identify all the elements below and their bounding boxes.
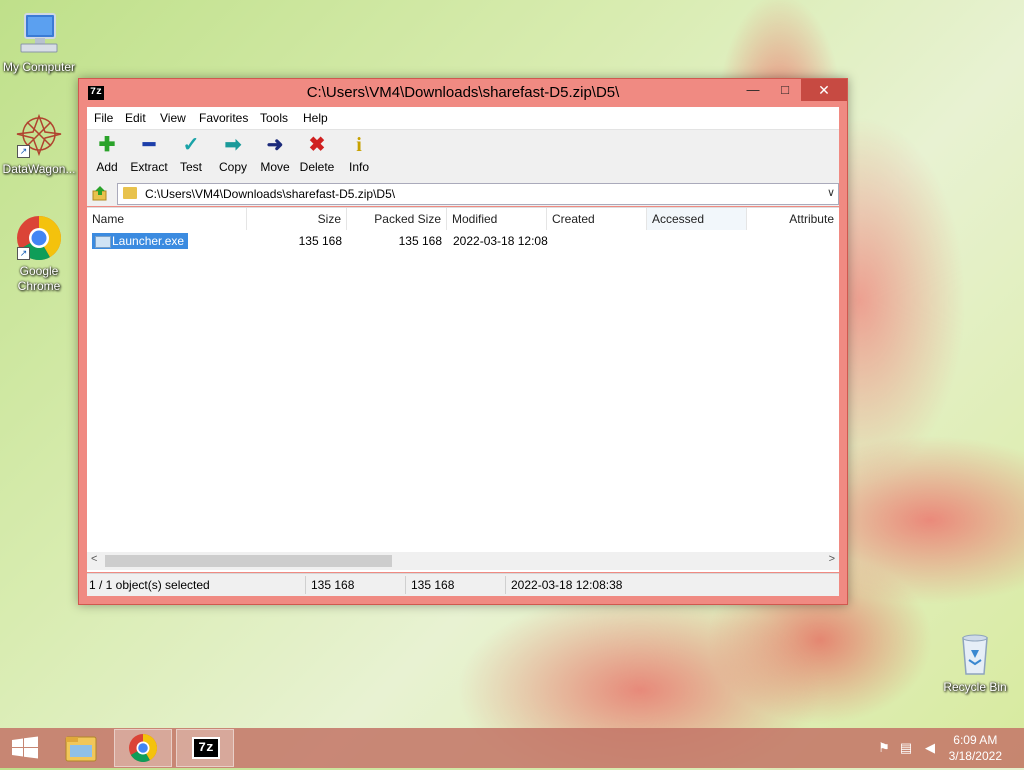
delete-label: Delete xyxy=(299,160,335,174)
7zip-icon: 7z xyxy=(192,737,220,759)
scroll-right-icon[interactable]: > xyxy=(829,553,835,565)
up-folder-button[interactable] xyxy=(91,184,109,202)
taskbar: 7z ⚑ ▤ ◀ 6:09 AM 3/18/2022 xyxy=(0,728,1024,768)
status-divider xyxy=(405,576,406,594)
datawagon-icon: ↗ xyxy=(15,112,63,160)
shortcut-arrow-icon: ↗ xyxy=(17,145,30,158)
exe-file-icon xyxy=(95,236,111,248)
action-center-flag-icon[interactable]: ⚑ xyxy=(876,740,892,756)
toolbar: ✚ Add ━ Extract ✓ Test ➡ Copy ➜ Move ✖ D… xyxy=(87,130,839,182)
move-label: Move xyxy=(260,160,290,174)
move-arrow-icon: ➜ xyxy=(266,134,284,156)
column-header-attributes[interactable]: Attribute xyxy=(747,208,839,230)
table-row[interactable]: Launcher.exe 135 168 135 168 2022-03-18 … xyxy=(87,232,839,250)
maximize-button[interactable]: □ xyxy=(769,79,801,101)
scroll-thumb[interactable] xyxy=(105,555,392,567)
window-title: C:\Users\VM4\Downloads\sharefast-D5.zip\… xyxy=(306,84,620,101)
desktop-icon-label: DataWagon... xyxy=(2,162,76,176)
info-button[interactable]: i Info xyxy=(337,133,381,174)
status-selected: 1 / 1 object(s) selected xyxy=(89,578,210,592)
desktop-icon-datawagon[interactable]: ↗ DataWagon... xyxy=(0,112,78,177)
windows-logo-icon xyxy=(12,736,38,759)
status-modified: 2022-03-18 12:08:38 xyxy=(511,578,623,592)
menu-bar: File Edit View Favorites Tools Help xyxy=(87,107,839,130)
folder-icon xyxy=(123,187,137,199)
address-path: C:\Users\VM4\Downloads\sharefast-D5.zip\… xyxy=(145,187,396,201)
desktop-icon-recycle-bin[interactable]: Recycle Bin xyxy=(936,630,1014,695)
clock[interactable]: 6:09 AM 3/18/2022 xyxy=(949,732,1002,764)
chrome-icon xyxy=(129,734,157,762)
address-dropdown-icon[interactable]: ∨ xyxy=(827,186,835,199)
test-label: Test xyxy=(179,160,202,174)
desktop-icon-google-chrome[interactable]: ↗ Google Chrome xyxy=(0,214,78,294)
add-label: Add xyxy=(96,160,118,174)
column-header-size[interactable]: Size xyxy=(247,208,347,230)
delete-button[interactable]: ✖ Delete xyxy=(295,133,339,174)
column-header-modified[interactable]: Modified xyxy=(447,208,547,230)
column-header-accessed[interactable]: Accessed xyxy=(647,208,747,230)
clock-time: 6:09 AM xyxy=(953,733,998,747)
address-field[interactable]: C:\Users\VM4\Downloads\sharefast-D5.zip\… xyxy=(117,183,839,205)
recycle-bin-icon xyxy=(951,630,999,678)
desktop-icon-label: Recycle Bin xyxy=(943,680,1007,694)
desktop-icon-my-computer[interactable]: My Computer xyxy=(0,10,78,75)
address-bar: C:\Users\VM4\Downloads\sharefast-D5.zip\… xyxy=(87,181,839,206)
move-button[interactable]: ➜ Move xyxy=(253,133,297,174)
check-icon: ✓ xyxy=(182,134,200,156)
test-button[interactable]: ✓ Test xyxy=(169,133,213,174)
menu-edit[interactable]: Edit xyxy=(125,111,146,125)
status-divider xyxy=(305,576,306,594)
file-name-cell[interactable]: Launcher.exe xyxy=(92,233,189,249)
7zip-window: 7z C:\Users\VM4\Downloads\sharefast-D5.z… xyxy=(78,78,848,605)
extract-button[interactable]: ━ Extract xyxy=(127,133,171,174)
menu-favorites[interactable]: Favorites xyxy=(199,111,248,125)
column-header-created[interactable]: Created xyxy=(547,208,647,230)
computer-icon xyxy=(15,10,63,58)
taskbar-google-chrome[interactable] xyxy=(114,729,172,767)
taskbar-file-explorer[interactable] xyxy=(52,729,110,767)
status-divider xyxy=(505,576,506,594)
title-bar[interactable]: 7z C:\Users\VM4\Downloads\sharefast-D5.z… xyxy=(79,79,847,107)
network-icon[interactable]: ▤ xyxy=(898,740,914,756)
status-bar: 1 / 1 object(s) selected 135 168 135 168… xyxy=(87,573,839,596)
start-button[interactable] xyxy=(0,729,50,767)
clock-date: 3/18/2022 xyxy=(948,749,1002,763)
status-size: 135 168 xyxy=(311,578,355,592)
horizontal-scrollbar[interactable]: < > xyxy=(87,552,839,570)
add-button[interactable]: ✚ Add xyxy=(85,133,129,174)
copy-arrow-icon: ➡ xyxy=(224,134,242,156)
minus-icon: ━ xyxy=(142,134,156,156)
file-list: Name Size Packed Size Modified Created A… xyxy=(87,207,839,572)
file-explorer-icon xyxy=(65,736,97,762)
file-size: 135 168 xyxy=(298,234,342,248)
minimize-button[interactable]: — xyxy=(737,79,769,101)
scroll-left-icon[interactable]: < xyxy=(91,553,97,565)
close-button[interactable]: ✕ xyxy=(801,79,847,101)
delete-x-icon: ✖ xyxy=(308,134,326,156)
file-packed-size: 135 168 xyxy=(398,234,442,248)
status-packed-size: 135 168 xyxy=(411,578,455,592)
volume-muted-icon[interactable]: ◀ xyxy=(922,740,938,756)
menu-file[interactable]: File xyxy=(94,111,113,125)
menu-help[interactable]: Help xyxy=(303,111,328,125)
up-folder-icon xyxy=(92,186,107,201)
plus-icon: ✚ xyxy=(98,134,116,156)
column-header-packed-size[interactable]: Packed Size xyxy=(347,208,447,230)
desktop-icon-label: My Computer xyxy=(2,60,76,74)
info-label: Info xyxy=(348,160,369,174)
menu-tools[interactable]: Tools xyxy=(260,111,288,125)
copy-button[interactable]: ➡ Copy xyxy=(211,133,255,174)
info-icon: i xyxy=(356,134,362,156)
copy-label: Copy xyxy=(218,160,247,174)
extract-label: Extract xyxy=(130,160,168,174)
file-modified: 2022-03-18 12:08 xyxy=(453,234,548,248)
chrome-icon: ↗ xyxy=(15,214,63,262)
taskbar-7zip[interactable]: 7z xyxy=(176,729,234,767)
menu-view[interactable]: View xyxy=(160,111,186,125)
desktop-icon-label: Google Chrome xyxy=(17,264,61,293)
shortcut-arrow-icon: ↗ xyxy=(17,247,30,260)
file-name: Launcher.exe xyxy=(112,234,185,248)
column-header-name[interactable]: Name xyxy=(87,208,247,230)
